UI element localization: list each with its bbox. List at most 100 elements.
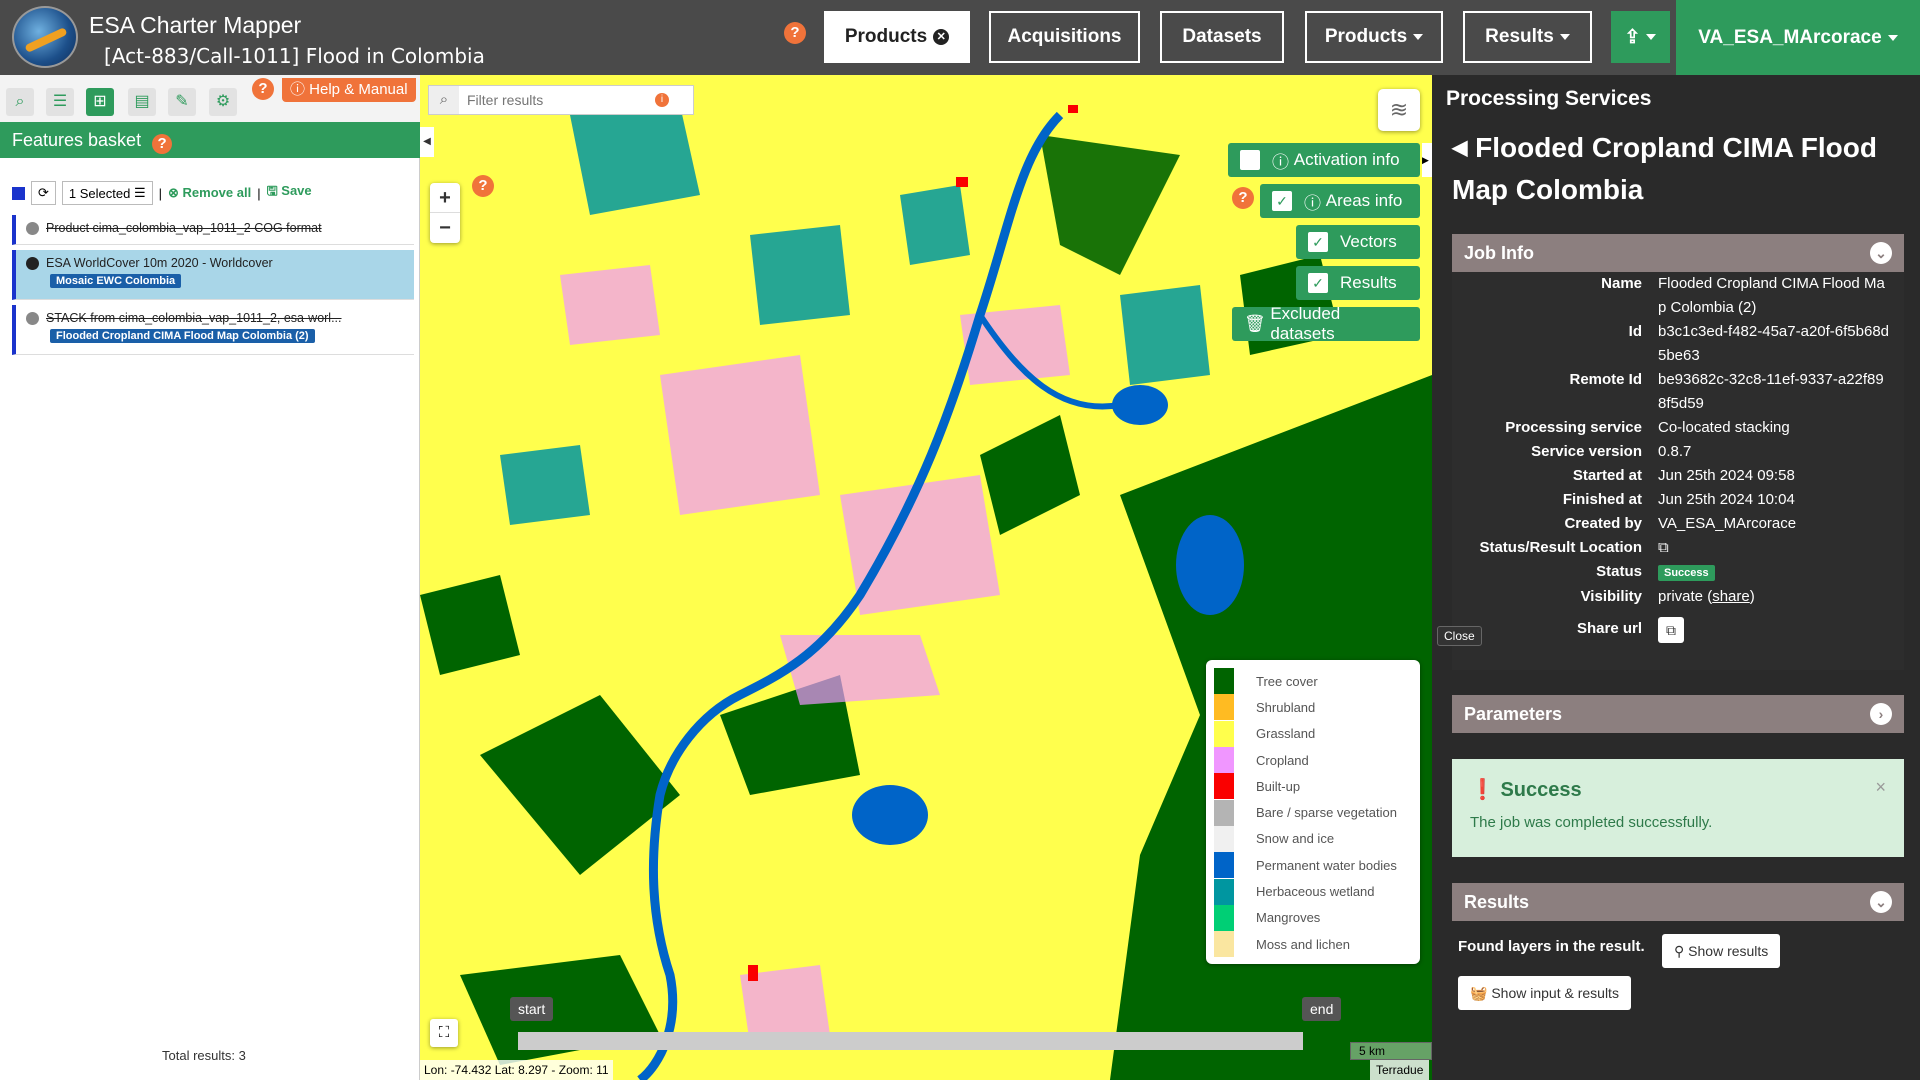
show-results-button[interactable]: ⚲ Show results xyxy=(1662,934,1781,968)
legend-swatch xyxy=(1214,694,1234,721)
excluded-datasets-button[interactable]: 🗑 Excluded datasets xyxy=(1232,304,1420,343)
job-info-row: Remote Id be93682c-32c8-11ef-9337-a22f898… xyxy=(1452,368,1904,416)
activation-info-button[interactable]: ⓘ Activation info xyxy=(1228,143,1420,177)
separator: | xyxy=(158,185,163,201)
app-logo[interactable] xyxy=(12,6,78,68)
info-icon: ⓘ xyxy=(1272,152,1294,172)
job-info-key: Processing service xyxy=(1505,419,1642,436)
close-circle-icon[interactable]: ✕ xyxy=(933,29,950,45)
basket-item[interactable]: Product cima_colombia_vap_1011_2 COG for… xyxy=(12,215,414,245)
map-legend: Tree cover Shrubland Grassland Cropland Buil… xyxy=(1206,660,1420,964)
select-all-checkbox[interactable] xyxy=(12,186,25,200)
zoom-in-button[interactable]: + xyxy=(430,183,460,213)
results-label: Results xyxy=(1340,273,1397,292)
external-link-icon[interactable]: ⧉ xyxy=(1658,539,1669,556)
show-results-label: Show results xyxy=(1688,943,1769,959)
fullscreen-icon[interactable]: ⛶ xyxy=(430,1019,458,1047)
basket-item-title: Product cima_colombia_vap_1011_2 COG for… xyxy=(46,221,322,235)
help-icon[interactable]: ? xyxy=(472,175,494,197)
zoom-out-button[interactable]: − xyxy=(430,213,460,243)
separator: | xyxy=(257,185,261,201)
layers-icon[interactable]: ≋ xyxy=(1378,89,1420,131)
legend-item: Mangroves xyxy=(1214,904,1412,931)
map-view[interactable]: ⌕ i ◀ + − ? ≋ ⓘ Activation info ▶ ? ✓ ⓘ … xyxy=(420,75,1432,1080)
activation-info-label: Activation info xyxy=(1293,150,1400,169)
save-link[interactable]: 🖫 Save xyxy=(267,182,312,204)
basket-item-selected[interactable]: ESA WorldCover 10m 2020 - Worldcover Mos… xyxy=(12,250,414,300)
areas-info-button[interactable]: ✓ ⓘ Areas info xyxy=(1260,184,1420,218)
legend-label: Built-up xyxy=(1256,778,1301,794)
job-info-key: Service version xyxy=(1531,443,1642,460)
gear-icon[interactable]: ⚙ xyxy=(209,88,237,116)
nav-label: Products xyxy=(844,26,928,47)
nav-label: Datasets xyxy=(1182,26,1262,47)
help-icon[interactable]: ? xyxy=(152,134,173,154)
legend-item: Permanent water bodies xyxy=(1214,852,1412,879)
chevron-down-icon[interactable]: ⌄ xyxy=(1870,891,1892,913)
basket-item[interactable]: STACK from cima_colombia_vap_1011_2, esa… xyxy=(12,305,414,355)
success-message: The job was completed successfully. xyxy=(1470,814,1713,831)
job-info-value: Success xyxy=(1658,560,1892,585)
refresh-button[interactable]: ⟳ xyxy=(31,181,56,205)
legend-swatch xyxy=(1214,720,1234,747)
filter-results-input[interactable] xyxy=(459,87,649,113)
upload-button[interactable]: ⇪ xyxy=(1611,11,1670,63)
close-icon[interactable]: × xyxy=(1875,777,1886,798)
user-menu[interactable]: VA_ESA_MArcorace xyxy=(1676,0,1920,75)
parameters-title: Parameters xyxy=(1464,704,1563,724)
info-icon[interactable]: i xyxy=(655,93,669,107)
nav-label: Acquisitions xyxy=(1007,26,1122,47)
copy-icon[interactable]: ⧉ xyxy=(1658,617,1684,643)
job-info-key: Share url xyxy=(1576,620,1642,637)
back-icon[interactable]: ◀ xyxy=(1452,137,1467,159)
nav-products-active[interactable]: Products ✕ xyxy=(824,11,970,63)
nav-results-dropdown[interactable]: Results xyxy=(1463,11,1592,63)
show-input-results-button[interactable]: 🧺 Show input & results xyxy=(1458,976,1631,1010)
help-icon[interactable]: ? xyxy=(1232,187,1254,209)
job-info-key: Created by xyxy=(1564,515,1642,532)
parameters-header[interactable]: Parameters › xyxy=(1452,695,1904,733)
basket-icon[interactable]: ⊞ xyxy=(86,88,114,116)
checkbox-checked[interactable]: ✓ xyxy=(1308,273,1328,293)
checkbox-unchecked[interactable] xyxy=(1240,150,1260,170)
job-info-value: VA_ESA_MArcorace xyxy=(1658,515,1797,532)
scale-bar: 5 km xyxy=(1350,1042,1432,1060)
pencil-icon[interactable]: ✎ xyxy=(168,88,196,116)
nav-datasets[interactable]: Datasets xyxy=(1160,11,1284,63)
job-info-value: be93682c-32c8-11ef-9337-a22f898f5d59 xyxy=(1658,371,1884,412)
job-info-header[interactable]: Job Info ⌄ xyxy=(1452,234,1904,272)
upload-icon: ⇪ xyxy=(1624,26,1641,48)
results-header[interactable]: Results ⌄ xyxy=(1452,883,1904,921)
help-icon[interactable]: ? xyxy=(252,78,274,100)
areas-info-label: Areas info xyxy=(1325,191,1403,210)
collapse-right-icon[interactable]: ▶ xyxy=(1422,143,1432,177)
basket-item-tag: Flooded Cropland CIMA Flood Map Colombia… xyxy=(50,329,315,344)
list-icon[interactable]: ☰ xyxy=(46,88,74,116)
nav-acquisitions[interactable]: Acquisitions xyxy=(989,11,1140,63)
results-toggle-button[interactable]: ✓ Results xyxy=(1296,266,1420,300)
collapse-left-icon[interactable]: ◀ xyxy=(420,127,434,157)
legend-swatch xyxy=(1214,931,1234,958)
help-icon[interactable]: ? xyxy=(784,22,806,44)
archive-icon[interactable]: ▤ xyxy=(128,88,156,116)
checkbox-checked[interactable]: ✓ xyxy=(1272,191,1292,211)
vectors-button[interactable]: ✓ Vectors xyxy=(1296,225,1420,259)
time-slider[interactable] xyxy=(518,1032,1303,1050)
app-title: ESA Charter Mapper xyxy=(89,12,302,38)
search-icon[interactable]: ⌕ xyxy=(6,88,34,116)
chevron-right-icon[interactable]: › xyxy=(1870,703,1892,725)
checkbox-checked[interactable]: ✓ xyxy=(1308,232,1328,252)
legend-item: Shrubland xyxy=(1214,694,1412,721)
filter-results-box[interactable]: ⌕ i xyxy=(428,85,694,115)
selection-menu-button[interactable]: 1 Selected ☰ xyxy=(61,181,153,205)
legend-item: Cropland xyxy=(1214,747,1412,774)
help-manual-button[interactable]: ⓘ Help & Manual xyxy=(282,78,416,102)
success-title: Success xyxy=(1500,779,1582,801)
share-link[interactable]: share xyxy=(1712,588,1750,605)
job-info-row: Finished at Jun 25th 2024 10:04 xyxy=(1452,488,1904,512)
legend-swatch xyxy=(1214,852,1234,879)
nav-products-dropdown[interactable]: Products xyxy=(1305,11,1443,63)
remove-all-link[interactable]: ⊗ Remove all xyxy=(168,185,251,201)
chevron-down-icon[interactable]: ⌄ xyxy=(1870,242,1892,264)
time-end-label: end xyxy=(1302,997,1342,1021)
